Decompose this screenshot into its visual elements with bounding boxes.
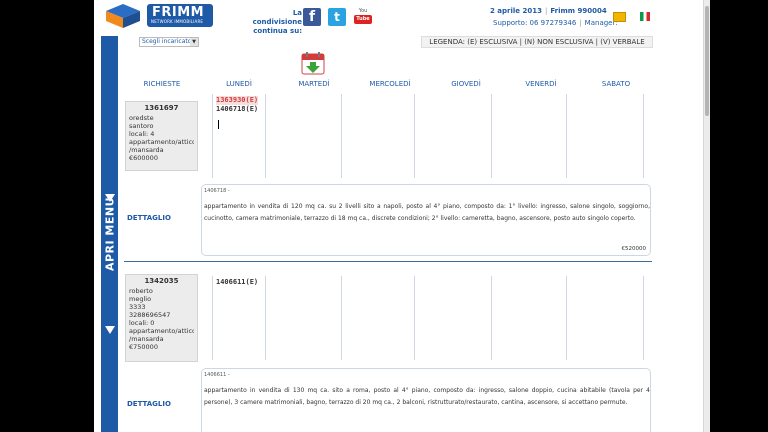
- detail-description: appartamento in vendita di 130 mq ca. si…: [204, 387, 650, 406]
- column-header-mercoledi: MERCOLEDÌ: [369, 80, 411, 88]
- section-divider: [124, 261, 652, 262]
- youtube-icon[interactable]: You Tube: [354, 7, 372, 27]
- app-window: FRIMM NETWORK IMMOBILIARE La condivision…: [94, 0, 710, 432]
- header-info-row-2: Supporto: 06 97279346 | Manager:: [493, 19, 618, 27]
- twitter-icon[interactable]: t: [328, 8, 346, 26]
- request-line: /mansarda: [129, 335, 164, 343]
- apri-menu-sidebar[interactable]: APRI MENU: [101, 36, 118, 432]
- header-date: 2 aprile 2013: [490, 7, 542, 15]
- request-line: appartamento/attico: [129, 327, 194, 335]
- grid-line: [414, 276, 415, 360]
- request-line: appartamento/attico: [129, 138, 194, 146]
- scrollbar-thumb[interactable]: [705, 6, 709, 116]
- apri-menu-label: APRI MENU: [103, 196, 116, 272]
- appointment-link[interactable]: 1363930(E): [216, 96, 259, 105]
- column-header-sabato: SABATO: [601, 80, 631, 88]
- header: FRIMM NETWORK IMMOBILIARE La condivision…: [94, 0, 704, 35]
- request-line: santoro: [129, 122, 154, 130]
- detail-description: appartamento in vendita di 120 mq ca. su…: [204, 203, 650, 222]
- mail-icon[interactable]: [613, 12, 626, 22]
- detail-box: 1406611 - appartamento in vendita di 130…: [201, 368, 651, 432]
- column-header-lunedi: LUNEDÌ: [226, 80, 252, 88]
- incaricato-select[interactable]: Scegli incaricato ▼: [139, 37, 199, 47]
- incaricato-select-value: Scegli incaricato: [142, 38, 192, 45]
- frimm-logo[interactable]: FRIMM NETWORK IMMOBILIARE: [147, 4, 213, 27]
- logo-brand: FRIMM: [152, 5, 205, 20]
- grid-line: [212, 276, 213, 360]
- column-header-venerdi: VENERDÌ: [525, 80, 557, 88]
- request-line: locali: 0: [129, 319, 155, 327]
- grid-line: [265, 94, 266, 178]
- logo-subtitle: NETWORK IMMOBILIARE: [151, 19, 204, 24]
- youtube-tube-label: Tube: [354, 15, 372, 24]
- request-code: 1342035: [144, 277, 179, 285]
- request-line: 3333: [129, 303, 146, 311]
- request-card[interactable]: 1361697 oredste santoro locali: 4 appart…: [125, 101, 198, 171]
- italian-flag-icon[interactable]: [640, 12, 650, 21]
- grid-line: [414, 94, 415, 178]
- header-separator: |: [579, 19, 582, 27]
- grid-line: [643, 94, 644, 178]
- header-info-row-1: 2 aprile 2013 | Frimm 990004: [490, 7, 607, 15]
- grid-line: [341, 94, 342, 178]
- monday-appointments: 1363930(E) 1406718(E): [216, 96, 259, 114]
- grid-line: [491, 276, 492, 360]
- grid-line: [265, 276, 266, 360]
- detail-price: €520000: [621, 246, 647, 252]
- request-line: meglio: [129, 295, 152, 303]
- request-line: roberto: [129, 287, 153, 295]
- monday-appointments: 1406611(E): [216, 278, 258, 287]
- request-line: oredste: [129, 114, 154, 122]
- request-line: €600000: [129, 154, 158, 162]
- frimm-cube-logo-icon[interactable]: [104, 3, 142, 29]
- share-text: La condivisione continua su:: [252, 9, 302, 35]
- detail-box: 1406718 - appartamento in vendita di 120…: [201, 184, 651, 256]
- grid-line: [566, 94, 567, 178]
- header-support: Supporto: 06 97279346: [493, 19, 577, 27]
- header-separator: |: [544, 7, 548, 15]
- request-line: /mansarda: [129, 146, 164, 154]
- legend: LEGENDA: (E) ESCLUSIVA | (N) NON ESCLUSI…: [421, 36, 653, 48]
- youtube-label: You: [358, 8, 368, 14]
- text-cursor-icon: [218, 120, 221, 129]
- arrow-down-icon: [105, 326, 115, 334]
- grid-line: [212, 94, 213, 178]
- detail-ref[interactable]: 1406718 -: [204, 188, 230, 194]
- grid-line: [341, 276, 342, 360]
- dettaglio-label: DETTAGLIO: [127, 400, 171, 408]
- grid-line: [491, 94, 492, 178]
- header-account: Frimm 990004: [550, 7, 607, 15]
- request-code: 1361697: [144, 104, 179, 112]
- appointment-link[interactable]: 1406611(E): [216, 278, 258, 287]
- request-line: 3288696547: [129, 311, 171, 319]
- appointment-link[interactable]: 1406718(E): [216, 105, 258, 114]
- request-line: locali: 4: [129, 130, 155, 138]
- detail-ref[interactable]: 1406611 -: [204, 372, 230, 378]
- calendar-download-icon[interactable]: [301, 51, 325, 75]
- column-header-richieste: RICHIESTE: [143, 80, 181, 88]
- chevron-down-icon[interactable]: ▼: [190, 38, 198, 46]
- grid-line: [566, 276, 567, 360]
- request-card[interactable]: 1342035 roberto meglio 3333 3288696547 l…: [125, 274, 198, 362]
- grid-line: [643, 276, 644, 360]
- dettaglio-label: DETTAGLIO: [127, 214, 171, 222]
- facebook-icon[interactable]: f: [303, 8, 321, 26]
- column-header-martedi: MARTEDÌ: [298, 80, 330, 88]
- column-header-giovedi: GIOVEDÌ: [451, 80, 481, 88]
- vertical-scrollbar[interactable]: [703, 0, 710, 432]
- request-line: €750000: [129, 343, 158, 351]
